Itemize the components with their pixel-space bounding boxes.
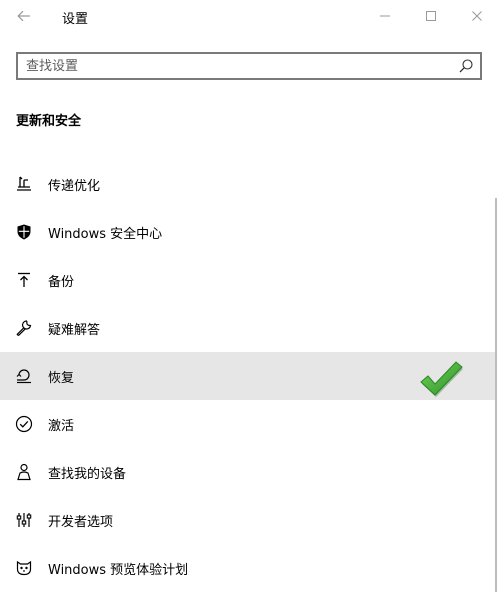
title-bar: 设置 (0, 0, 500, 34)
close-icon (472, 11, 482, 21)
shield-icon (14, 222, 34, 242)
nav-item-developer-options[interactable]: 开发者选项 (0, 496, 497, 544)
check-circle-icon (14, 414, 34, 434)
section-heading: 更新和安全 (16, 114, 82, 129)
recovery-icon (14, 366, 34, 386)
nav-item-label: 备份 (48, 275, 75, 290)
nav-item-label: 激活 (48, 419, 75, 434)
nav-item-activation[interactable]: 激活 (0, 400, 497, 448)
minimize-button[interactable] (365, 2, 405, 30)
search-box[interactable] (16, 52, 482, 80)
maximize-button[interactable] (411, 2, 451, 30)
search-input[interactable] (26, 54, 446, 78)
insider-cat-icon (14, 558, 34, 578)
window-title: 设置 (62, 12, 89, 27)
nav-item-label: 传递优化 (48, 179, 101, 194)
nav-item-label: Windows 预览体验计划 (48, 563, 189, 578)
close-button[interactable] (457, 2, 497, 30)
maximize-icon (426, 11, 436, 21)
nav-item-delivery-optimization[interactable]: 传递优化 (0, 160, 497, 208)
delivery-optimization-icon (14, 174, 34, 194)
minimize-icon (380, 15, 390, 17)
person-location-icon (14, 462, 34, 482)
nav-item-label: 开发者选项 (48, 515, 114, 530)
nav-item-label: 恢复 (48, 371, 75, 386)
green-check-icon (420, 361, 463, 397)
settings-window: 设置 更新和安全 (0, 0, 500, 606)
scrollbar[interactable] (495, 198, 497, 592)
nav-item-windows-security[interactable]: Windows 安全中心 (0, 208, 497, 256)
nav-item-troubleshoot[interactable]: 疑难解答 (0, 304, 497, 352)
nav-item-label: 查找我的设备 (48, 467, 127, 482)
developer-tools-icon (14, 510, 34, 530)
wrench-icon (14, 318, 34, 338)
nav-item-label: Windows 安全中心 (48, 227, 163, 242)
nav-item-find-my-device[interactable]: 查找我的设备 (0, 448, 497, 496)
search-icon[interactable] (458, 58, 474, 74)
nav-item-label: 疑难解答 (48, 323, 101, 338)
backup-upload-icon (14, 270, 34, 290)
back-arrow-icon (17, 10, 30, 22)
nav-item-windows-insider[interactable]: Windows 预览体验计划 (0, 544, 497, 592)
nav-item-backup[interactable]: 备份 (0, 256, 497, 304)
back-button[interactable] (8, 2, 40, 30)
